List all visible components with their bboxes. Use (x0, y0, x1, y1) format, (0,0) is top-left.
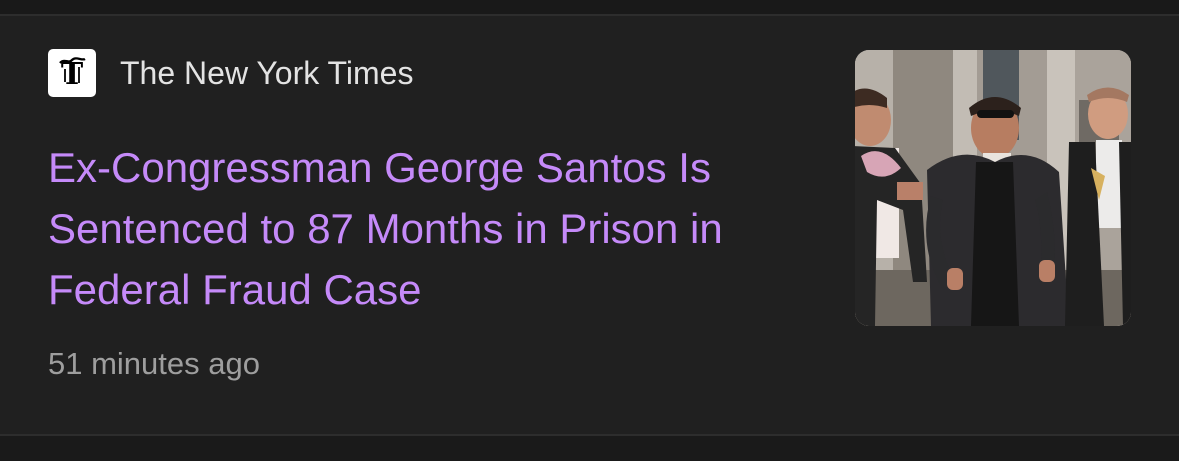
nyt-t-logo-icon: T (48, 49, 96, 97)
news-photo-thumbnail[interactable] (855, 50, 1131, 326)
source-name: The New York Times (120, 55, 414, 91)
article-timestamp: 51 minutes ago (48, 346, 260, 381)
source-row: T The New York Times (48, 49, 413, 97)
article-headline[interactable]: Ex-Congressman George Santos Is Sentence… (48, 137, 818, 320)
card-divider (0, 436, 1179, 461)
